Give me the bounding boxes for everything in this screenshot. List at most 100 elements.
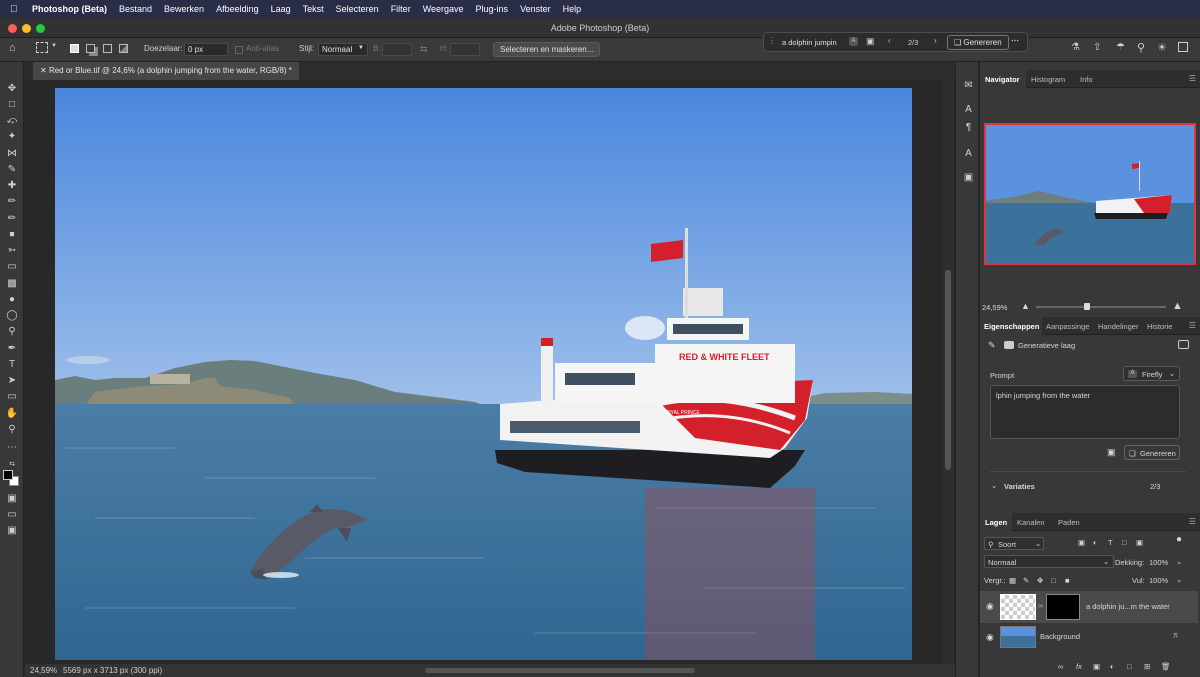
pencil-tool-icon[interactable]: ✏	[4, 212, 20, 226]
brush-tool-icon[interactable]: ✏	[4, 195, 20, 209]
edit-toolbar-icon[interactable]: ▣	[4, 524, 20, 538]
context-generate-button[interactable]: ❏ Genereren	[947, 35, 1009, 50]
next-variation-button[interactable]: ›	[934, 36, 937, 45]
quick-mask-icon[interactable]: ▣	[4, 492, 20, 506]
tab-channels[interactable]: Kanalen	[1017, 518, 1045, 527]
lasso-tool-icon[interactable]: ⤽	[4, 114, 20, 128]
vertical-scrollbar-thumb[interactable]	[945, 270, 951, 470]
flask-icon[interactable]: ⚗	[1071, 42, 1080, 53]
variations-chevron-icon[interactable]: ⌄	[991, 481, 997, 490]
menu-tekst[interactable]: Tekst	[303, 4, 324, 14]
gradient-tool-icon[interactable]: ▩	[4, 277, 20, 291]
style-select[interactable]: Normaal ▼	[318, 43, 368, 56]
link-layers-icon[interactable]: ∞	[1058, 662, 1063, 671]
select-and-mask-button[interactable]: Selecteren en maskeren...	[493, 42, 601, 57]
stamp-tool-icon[interactable]: ⏹	[4, 228, 20, 242]
menu-selecteren[interactable]: Selecteren	[336, 4, 379, 14]
lock-all-icon[interactable]: ■	[1065, 576, 1070, 585]
layer-row[interactable]: ◉ Background ⚻	[980, 623, 1198, 651]
navigator-preview[interactable]	[984, 123, 1196, 265]
subtract-selection-icon[interactable]	[103, 44, 112, 53]
close-tab-icon[interactable]: ✕	[40, 66, 49, 75]
lock-transparency-icon[interactable]: ▦	[1009, 576, 1016, 585]
navigator-view-frame[interactable]	[984, 123, 1196, 265]
filter-pixel-icon[interactable]: ▣	[1078, 538, 1085, 547]
search-icon[interactable]: ⚲	[1137, 41, 1145, 54]
chevron-down-icon[interactable]: ⌄	[1176, 557, 1182, 566]
add-mask-icon[interactable]: ▣	[1093, 662, 1100, 671]
tab-paths[interactable]: Paden	[1058, 518, 1080, 527]
context-prompt-field[interactable]: a dolphin jumpin	[778, 36, 842, 49]
chevron-down-icon[interactable]: ▼	[51, 43, 57, 49]
menu-venster[interactable]: Venster	[520, 4, 551, 14]
screen-mode-icon[interactable]: ▭	[4, 508, 20, 522]
magic-wand-tool-icon[interactable]: ✦	[4, 130, 20, 144]
layer-row[interactable]: ◉ ∞ a dolphin ju...m the water	[980, 591, 1198, 623]
swap-icon[interactable]: ⇆	[420, 44, 428, 55]
layer-filter-select[interactable]: ⚲ Soort ⌄	[984, 537, 1044, 550]
marquee-tool-icon[interactable]: □	[4, 98, 20, 112]
new-selection-icon[interactable]	[70, 44, 79, 53]
filter-adjustment-icon[interactable]: ◐	[1093, 538, 1098, 547]
delete-layer-icon[interactable]: 🗑	[1161, 662, 1171, 671]
layer-name[interactable]: a dolphin ju...m the water	[1086, 602, 1170, 611]
blur-tool-icon[interactable]: ●	[4, 293, 20, 307]
feather-input[interactable]	[184, 43, 228, 56]
menu-laag[interactable]: Laag	[271, 4, 291, 14]
history-brush-tool-icon[interactable]: ➳	[4, 244, 20, 258]
mask-icon[interactable]	[1178, 340, 1189, 349]
tab-info[interactable]: Info	[1080, 75, 1093, 84]
navigator-zoom[interactable]: 24,59%	[982, 303, 1007, 312]
variations-label[interactable]: Variaties	[1004, 482, 1035, 491]
filter-type-icon[interactable]: T	[1108, 538, 1113, 547]
home-icon[interactable]: ⌂	[9, 42, 16, 54]
panel-menu-icon[interactable]: ☰	[1189, 74, 1196, 83]
move-tool-icon[interactable]: ✥	[4, 82, 20, 96]
menu-app-name[interactable]: Photoshop (Beta)	[32, 4, 107, 14]
menu-plugins[interactable]: Plug-ins	[476, 4, 509, 14]
intersect-selection-icon[interactable]	[119, 44, 128, 53]
workspace-icon[interactable]	[1178, 42, 1188, 52]
more-options-icon[interactable]: ⋯	[1011, 36, 1019, 45]
new-group-icon[interactable]: □	[1127, 662, 1132, 671]
zoom-out-icon[interactable]: ▲	[1021, 301, 1030, 311]
previous-variation-button[interactable]: ‹	[888, 36, 891, 45]
vertical-scrollbar[interactable]	[942, 80, 954, 664]
crop-tool-icon[interactable]: ⋈	[4, 147, 20, 161]
type-tool-icon[interactable]: T	[4, 358, 20, 372]
menu-bestand[interactable]: Bestand	[119, 4, 152, 14]
filter-toggle-icon[interactable]: ●	[1176, 534, 1182, 545]
layer-name[interactable]: Background	[1040, 632, 1080, 641]
new-layer-icon[interactable]: ⊞	[1144, 662, 1150, 671]
tab-history[interactable]: Historie	[1147, 322, 1172, 331]
blend-mode-select[interactable]: Normaal ⌄	[984, 555, 1114, 568]
menu-help[interactable]: Help	[563, 4, 582, 14]
prompt-textarea[interactable]: lphin jumping from the water	[990, 385, 1180, 439]
dodge-tool-icon[interactable]: ◯	[4, 309, 20, 323]
model-select[interactable]: A Firefly ⌄	[1123, 366, 1180, 381]
zoom-tool-icon[interactable]: ⚲	[4, 423, 20, 437]
foreground-color-swatch[interactable]	[3, 470, 13, 480]
firefly-icon[interactable]: A	[849, 37, 858, 46]
eyedropper-tool-icon[interactable]: ✎	[4, 163, 20, 177]
notifications-icon[interactable]: ☂	[1116, 42, 1125, 53]
eraser-tool-icon[interactable]: ▭	[4, 260, 20, 274]
fill-value[interactable]: 100%	[1149, 576, 1168, 585]
menu-filter[interactable]: Filter	[391, 4, 411, 14]
glyphs-panel-icon[interactable]: A	[962, 148, 975, 161]
panel-menu-icon[interactable]: ☰	[1189, 517, 1196, 526]
brightness-icon[interactable]: ☀	[1157, 41, 1167, 54]
zoom-lens-tool-icon[interactable]: ⚲	[4, 325, 20, 339]
rectangle-tool-icon[interactable]: ▭	[4, 390, 20, 404]
visibility-eye-icon[interactable]: ◉	[986, 601, 994, 612]
panel-menu-icon[interactable]: ☰	[1189, 321, 1196, 330]
tab-navigator[interactable]: Navigator	[980, 70, 1026, 88]
path-selection-tool-icon[interactable]: ➤	[4, 374, 20, 388]
antialias-checkbox[interactable]	[235, 46, 243, 54]
lock-position-icon[interactable]: ✥	[1037, 576, 1043, 585]
filter-shape-icon[interactable]: □	[1122, 538, 1127, 547]
chevron-down-icon[interactable]: ⌄	[1176, 575, 1182, 584]
lock-pixels-icon[interactable]: ✎	[1023, 576, 1029, 585]
healing-brush-tool-icon[interactable]: ✚	[4, 179, 20, 193]
apple-icon[interactable]: 	[10, 4, 24, 15]
